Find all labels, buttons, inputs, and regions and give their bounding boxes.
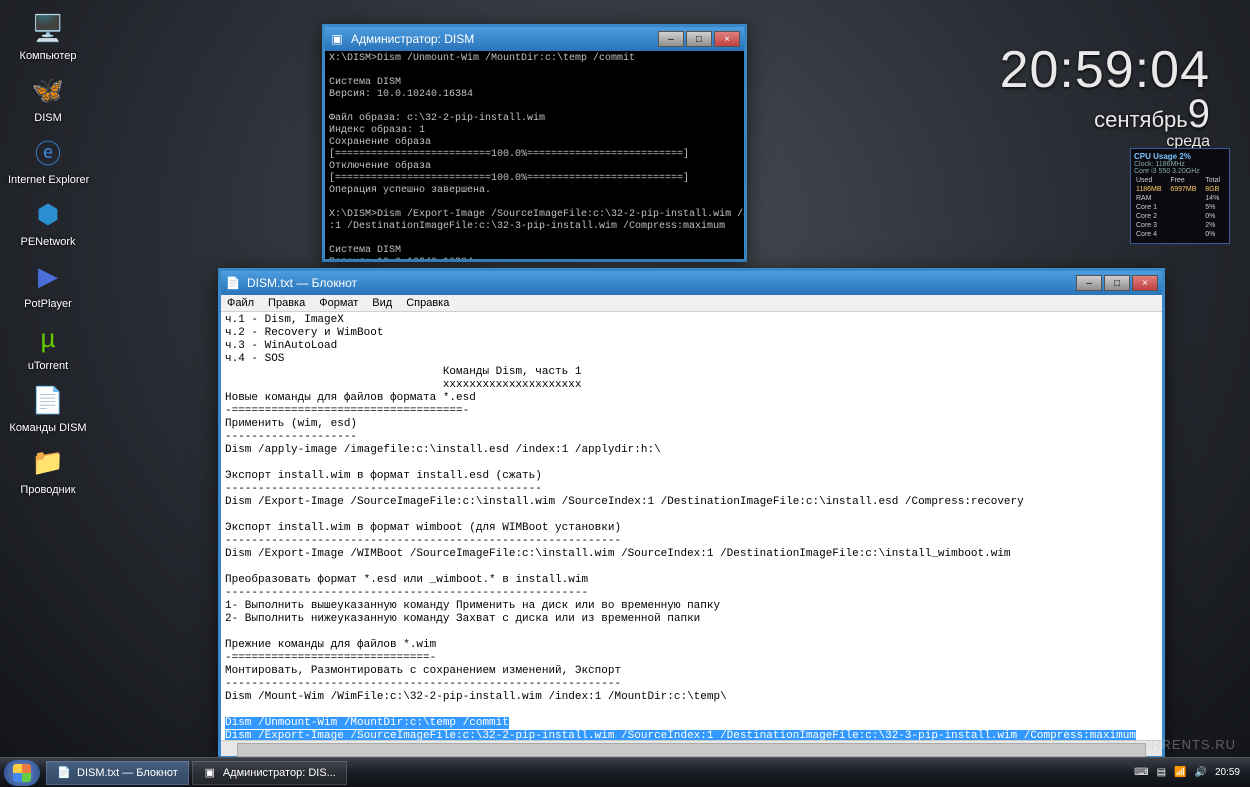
notepad-menubar: Файл Правка Формат Вид Справка (221, 295, 1162, 312)
desktop-icon-explorer[interactable]: 📁Проводник (8, 442, 88, 496)
cmd-content[interactable]: X:\DISM>Dism /Unmount-Wim /MountDir:c:\t… (325, 51, 744, 259)
desktop-icon-potplayer[interactable]: ▶PotPlayer (8, 256, 88, 310)
taskbar-item-cmd[interactable]: ▣Администратор: DIS... (192, 761, 347, 785)
notepad-icon: 📄 (225, 275, 241, 291)
tray-volume-icon[interactable]: 🔊 (1195, 767, 1207, 778)
menu-edit[interactable]: Правка (268, 297, 305, 309)
taskbar: 📄DISM.txt — Блокнот ▣Администратор: DIS.… (0, 757, 1250, 787)
cpu-title: CPU Usage 2% (1134, 152, 1226, 161)
computer-icon: 🖥️ (28, 8, 68, 48)
desktop-icon-utorrent[interactable]: µuTorrent (8, 318, 88, 372)
cmd-title: Администратор: DISM (351, 32, 658, 46)
maximize-button[interactable]: □ (686, 31, 712, 47)
notepad-window[interactable]: 📄 DISM.txt — Блокнот ‒ □ × Файл Правка Ф… (218, 268, 1165, 759)
desktop-icon-computer[interactable]: 🖥️Компьютер (8, 8, 88, 62)
taskbar-item-notepad[interactable]: 📄DISM.txt — Блокнот (46, 761, 189, 785)
system-tray: ⌨ ▤ 📶 🔊 20:59 (1134, 767, 1246, 778)
penetwork-icon: ⬢ (28, 194, 68, 234)
tray-clock[interactable]: 20:59 (1215, 767, 1240, 778)
menu-help[interactable]: Справка (406, 297, 449, 309)
notepad-icon: 📄 (57, 766, 71, 780)
cmd-titlebar[interactable]: ▣ Администратор: DISM ‒ □ × (325, 27, 744, 51)
notepad-title: DISM.txt — Блокнот (247, 276, 1076, 290)
start-button[interactable] (4, 760, 40, 786)
menu-file[interactable]: Файл (227, 297, 254, 309)
utorrent-icon: µ (28, 318, 68, 358)
menu-format[interactable]: Формат (319, 297, 358, 309)
close-button[interactable]: × (1132, 275, 1158, 291)
folder-icon: 📁 (28, 442, 68, 482)
minimize-button[interactable]: ‒ (658, 31, 684, 47)
notepad-titlebar[interactable]: 📄 DISM.txt — Блокнот ‒ □ × (221, 271, 1162, 295)
notepad-content[interactable]: ч.1 - Dism, ImageX ч.2 - Recovery и WimB… (221, 312, 1162, 740)
cmd-icon: ▣ (203, 766, 217, 780)
desktop-icon-penetwork[interactable]: ⬢PENetwork (8, 194, 88, 248)
dism-icon: 🦋 (28, 70, 68, 110)
maximize-button[interactable]: □ (1104, 275, 1130, 291)
textfile-icon: 📄 (28, 380, 68, 420)
horizontal-scrollbar[interactable] (221, 740, 1162, 756)
minimize-button[interactable]: ‒ (1076, 275, 1102, 291)
desktop-icons: 🖥️Компьютер 🦋DISM ⓔInternet Explorer ⬢PE… (8, 8, 88, 496)
selected-text[interactable]: Dism /Unmount-Wim /MountDir:c:\temp /com… (225, 717, 1136, 740)
potplayer-icon: ▶ (28, 256, 68, 296)
tray-network-icon[interactable]: 📶 (1174, 767, 1186, 778)
cmd-window[interactable]: ▣ Администратор: DISM ‒ □ × X:\DISM>Dism… (322, 24, 747, 262)
menu-view[interactable]: Вид (372, 297, 392, 309)
cpu-gadget: CPU Usage 2% Clock: 1186MHz Core i3 550 … (1130, 148, 1230, 244)
ie-icon: ⓔ (28, 132, 68, 172)
watermark: WINTORRENTS.RU (1103, 737, 1236, 752)
cmd-icon: ▣ (329, 31, 345, 47)
desktop-clock: 20:59:04 сентябрь9 среда (1000, 40, 1210, 151)
tray-keyboard-icon[interactable]: ⌨ (1134, 767, 1148, 778)
desktop-icon-dism[interactable]: 🦋DISM (8, 70, 88, 124)
tray-flag-icon[interactable]: ▤ (1157, 767, 1166, 778)
desktop-icon-ie[interactable]: ⓔInternet Explorer (8, 132, 88, 186)
clock-time: 20:59:04 (1000, 40, 1210, 100)
desktop-icon-dism-cmds[interactable]: 📄Команды DISM (8, 380, 88, 434)
close-button[interactable]: × (714, 31, 740, 47)
